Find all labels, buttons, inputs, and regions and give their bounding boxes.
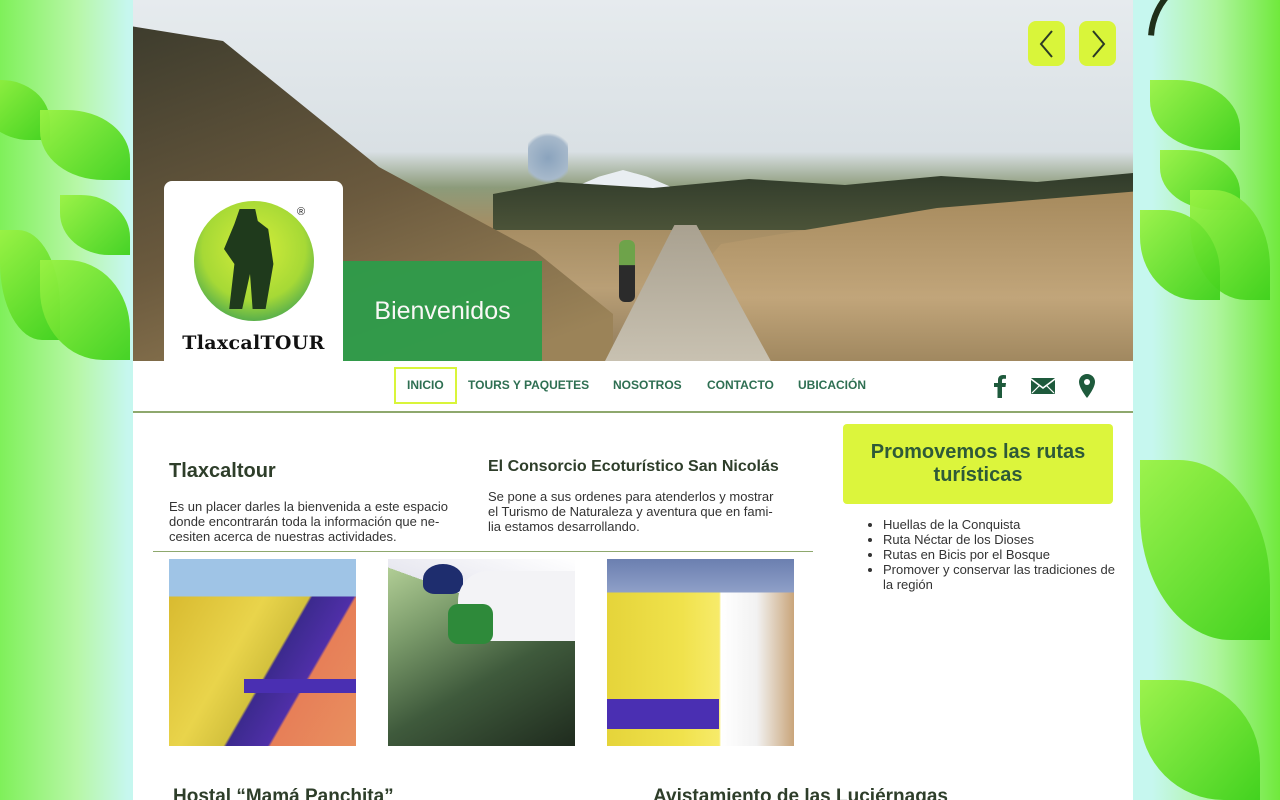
hero-slider: ® TlaxcalTOUR Bienvenidos xyxy=(133,0,1133,361)
hostal-corridor-photo[interactable] xyxy=(607,559,794,746)
promo-banner: Promovemos las rutas turísticas xyxy=(843,424,1113,504)
cyclist xyxy=(619,240,635,302)
welcome-banner: Bienvenidos xyxy=(343,261,542,361)
registered-mark: ® xyxy=(297,206,306,218)
chevron-left-icon xyxy=(1039,29,1053,58)
site-logo[interactable]: ® TlaxcalTOUR xyxy=(164,181,343,361)
list-item: Promover y conservar las tradiciones de … xyxy=(883,562,1123,592)
location-pin-icon[interactable] xyxy=(1074,373,1100,399)
facebook-icon[interactable] xyxy=(987,373,1013,399)
luciernagas-section-title: Avistamiento de las Luciérnagas xyxy=(653,786,948,800)
hostal-terrace-photo[interactable] xyxy=(169,559,356,746)
intro-title: Tlaxcaltour xyxy=(169,460,276,482)
main-nav: INICIO TOURS Y PAQUETES NOSOTROS CONTACT… xyxy=(133,361,1133,413)
consorcio-text: Se pone a sus ordenes para atenderlos y … xyxy=(488,489,774,534)
nav-contacto[interactable]: CONTACTO xyxy=(696,367,785,404)
intro-text: Es un placer darles la bienvenida a este… xyxy=(169,499,448,544)
slider-prev-button[interactable] xyxy=(1028,21,1065,66)
routes-list: Huellas de la Conquista Ruta Néctar de l… xyxy=(883,517,1123,592)
mail-icon[interactable] xyxy=(1030,373,1056,399)
page-container: ® TlaxcalTOUR Bienvenidos INICIO TOURS Y… xyxy=(133,0,1133,800)
nav-ubicacion[interactable]: UBICACIÓN xyxy=(787,367,877,404)
consorcio-title: El Consorcio Ecoturístico San Nicolás xyxy=(488,458,779,475)
nav-inicio[interactable]: INICIO xyxy=(394,367,457,404)
slider-next-button[interactable] xyxy=(1079,21,1116,66)
maguey-worker-photo[interactable] xyxy=(388,559,575,746)
volcano-plume xyxy=(528,128,568,188)
hostal-section-title: Hostal “Mamá Panchita” xyxy=(173,786,394,800)
nav-nosotros[interactable]: NOSOTROS xyxy=(602,367,693,404)
list-item: Ruta Néctar de los Dioses xyxy=(883,532,1123,547)
chevron-right-icon xyxy=(1091,29,1105,58)
logo-brand-name: TlaxcalTOUR xyxy=(182,332,325,354)
list-item: Huellas de la Conquista xyxy=(883,517,1123,532)
nav-tours-y-paquetes[interactable]: TOURS Y PAQUETES xyxy=(457,367,600,404)
section-divider xyxy=(153,551,813,552)
list-item: Rutas en Bicis por el Bosque xyxy=(883,547,1123,562)
